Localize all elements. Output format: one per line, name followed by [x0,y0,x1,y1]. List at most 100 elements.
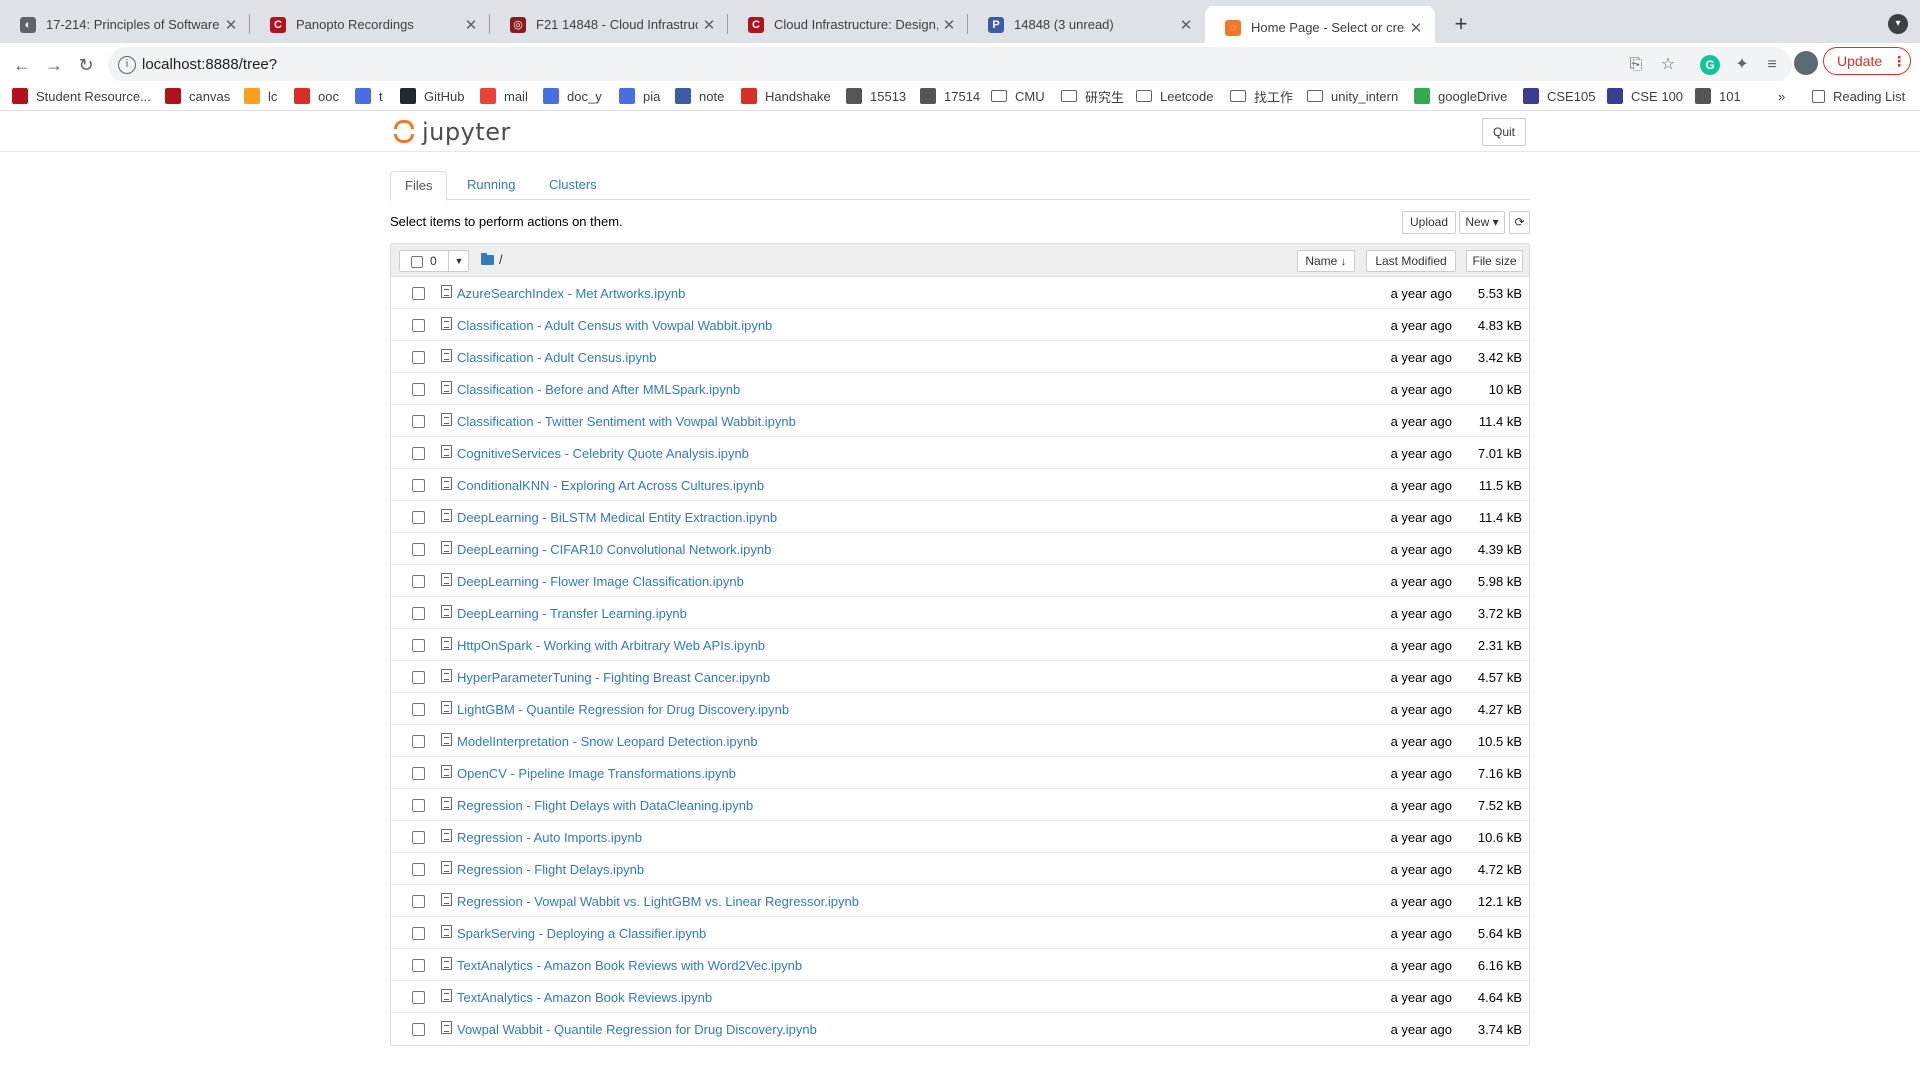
bookmark-item[interactable]: 17514 [920,85,980,107]
row-checkbox[interactable] [412,1023,425,1036]
close-tab-icon[interactable]: ✕ [698,16,720,34]
extensions-puzzle-icon[interactable]: ✦ [1728,51,1756,79]
row-checkbox[interactable] [412,927,425,940]
list-item[interactable]: TextAnalytics - Amazon Book Reviews.ipyn… [391,981,1529,1013]
list-item[interactable]: Regression - Flight Delays.ipynb a year a… [391,853,1529,885]
row-checkbox[interactable] [412,959,425,972]
list-item[interactable]: DeepLearning - BiLSTM Medical Entity Ext… [391,501,1529,533]
bookmark-item[interactable]: 101 [1695,85,1741,107]
notebook-link[interactable]: Vowpal Wabbit - Quantile Regression for … [457,1022,817,1037]
notebook-link[interactable]: TextAnalytics - Amazon Book Reviews with… [457,958,802,973]
bookmark-item[interactable]: pia [619,85,660,107]
browser-tab[interactable]: C Cloud Infrastructure: Design, A ✕ [728,0,968,49]
row-checkbox[interactable] [412,799,425,812]
list-item[interactable]: Classification - Adult Census.ipynb a yea… [391,341,1529,373]
row-checkbox[interactable] [412,639,425,652]
more-menu-icon[interactable]: ⋮ [1892,53,1906,70]
bookmark-item[interactable]: mail [480,85,528,107]
reload-icon[interactable]: ↻ [72,51,100,79]
forward-icon[interactable]: → [40,51,68,79]
notebook-link[interactable]: OpenCV - Pipeline Image Transformations.… [457,766,736,781]
update-button[interactable]: Update ⋮ [1823,47,1911,75]
close-tab-icon[interactable]: ✕ [1175,16,1197,34]
bookmark-item[interactable]: 找工作 [1230,85,1293,107]
notebook-link[interactable]: DeepLearning - Flower Image Classificati… [457,574,744,589]
row-checkbox[interactable] [412,415,425,428]
tab-clusters[interactable]: Clusters [535,171,611,200]
site-info-icon[interactable]: i [118,56,136,74]
select-all-checkbox[interactable] [411,256,423,268]
list-item[interactable]: Regression - Auto Imports.ipynb a year ag… [391,821,1529,853]
notebook-link[interactable]: Regression - Auto Imports.ipynb [457,830,642,845]
list-item[interactable]: HyperParameterTuning - Fighting Breast C… [391,661,1529,693]
list-item[interactable]: DeepLearning - Transfer Learning.ipynb a … [391,597,1529,629]
bookmark-item[interactable]: t [355,85,383,107]
list-item[interactable]: TextAnalytics - Amazon Book Reviews with… [391,949,1529,981]
row-checkbox[interactable] [412,575,425,588]
row-checkbox[interactable] [412,287,425,300]
tab-running[interactable]: Running [453,171,529,200]
list-item[interactable]: Vowpal Wabbit - Quantile Regression for … [391,1013,1529,1045]
bookmark-item[interactable]: unity_intern [1307,85,1398,107]
notebook-link[interactable]: DeepLearning - CIFAR10 Convolutional Net… [457,542,771,557]
row-checkbox[interactable] [412,735,425,748]
close-tab-icon[interactable]: ✕ [1405,19,1427,37]
row-checkbox[interactable] [412,351,425,364]
bookmark-item[interactable]: GitHub [400,85,464,107]
bookmark-item[interactable]: ooc [294,85,339,107]
row-checkbox[interactable] [412,607,425,620]
list-item[interactable]: LightGBM - Quantile Regression for Drug … [391,693,1529,725]
sort-by-file-size-button[interactable]: File size [1466,250,1523,272]
close-tab-icon[interactable]: ✕ [220,16,242,34]
notebook-link[interactable]: HyperParameterTuning - Fighting Breast C… [457,670,770,685]
bookmark-item[interactable]: doc_y [543,85,602,107]
row-checkbox[interactable] [412,543,425,556]
notebook-link[interactable]: LightGBM - Quantile Regression for Drug … [457,702,789,717]
select-dropdown-icon[interactable]: ▼ [448,251,469,271]
bookmark-item[interactable]: CSE 100 [1607,85,1683,107]
notebook-link[interactable]: Classification - Twitter Sentiment with … [457,414,796,429]
row-checkbox[interactable] [412,767,425,780]
sort-by-name-button[interactable]: Name ↓ [1297,250,1355,272]
browser-tab[interactable]: ◐ 17-214: Principles of Software ✕ [0,0,250,49]
list-item[interactable]: SparkServing - Deploying a Classifier.ip… [391,917,1529,949]
browser-tab[interactable]: ◎ F21 14848 - Cloud Infrastructu ✕ [490,0,728,49]
breadcrumb[interactable]: / [481,252,503,267]
bookmark-item[interactable]: Handshake [741,85,831,107]
row-checkbox[interactable] [412,511,425,524]
notebook-link[interactable]: Regression - Vowpal Wabbit vs. LightGBM … [457,894,859,909]
back-icon[interactable]: ← [8,51,36,79]
list-item[interactable]: DeepLearning - CIFAR10 Convolutional Net… [391,533,1529,565]
row-checkbox[interactable] [412,479,425,492]
media-control-icon[interactable]: ≡ [1758,51,1786,79]
close-tab-icon[interactable]: ✕ [460,16,482,34]
upload-button[interactable]: Upload [1402,211,1456,234]
breadcrumb-root[interactable]: / [499,252,503,267]
quit-button[interactable]: Quit [1482,118,1526,146]
new-dropdown-button[interactable]: New ▾ [1459,211,1505,234]
row-checkbox[interactable] [412,863,425,876]
bookmark-item[interactable]: CMU [991,85,1045,107]
address-bar[interactable]: i localhost:8888/tree? ⎘ ☆ [108,47,1792,83]
bookmark-item[interactable]: note [675,85,724,107]
list-item[interactable]: Regression - Vowpal Wabbit vs. LightGBM … [391,885,1529,917]
list-item[interactable]: Classification - Twitter Sentiment with … [391,405,1529,437]
grammarly-extension-icon[interactable]: G [1700,55,1720,75]
bookmark-item[interactable]: canvas [165,85,230,107]
notebook-link[interactable]: DeepLearning - Transfer Learning.ipynb [457,606,687,621]
notebook-link[interactable]: AzureSearchIndex - Met Artworks.ipynb [457,286,685,301]
refresh-icon[interactable]: ⟳ [1509,211,1530,234]
notebook-link[interactable]: TextAnalytics - Amazon Book Reviews.ipyn… [457,990,712,1005]
notebook-link[interactable]: CognitiveServices - Celebrity Quote Anal… [457,446,749,461]
more-bookmarks-icon[interactable]: » [1778,85,1785,107]
list-item[interactable]: Classification - Adult Census with Vowpa… [391,309,1529,341]
notebook-link[interactable]: Regression - Flight Delays.ipynb [457,862,644,877]
notebook-link[interactable]: ConditionalKNN - Exploring Art Across Cu… [457,478,764,493]
bookmark-item[interactable]: Leetcode [1136,85,1214,107]
list-item[interactable]: Regression - Flight Delays with DataClea… [391,789,1529,821]
profile-avatar[interactable] [1794,51,1818,75]
notebook-link[interactable]: HttpOnSpark - Working with Arbitrary Web… [457,638,765,653]
reading-list-button[interactable]: Reading List [1812,85,1905,107]
list-item[interactable]: OpenCV - Pipeline Image Transformations.… [391,757,1529,789]
new-tab-button[interactable]: + [1448,12,1474,38]
